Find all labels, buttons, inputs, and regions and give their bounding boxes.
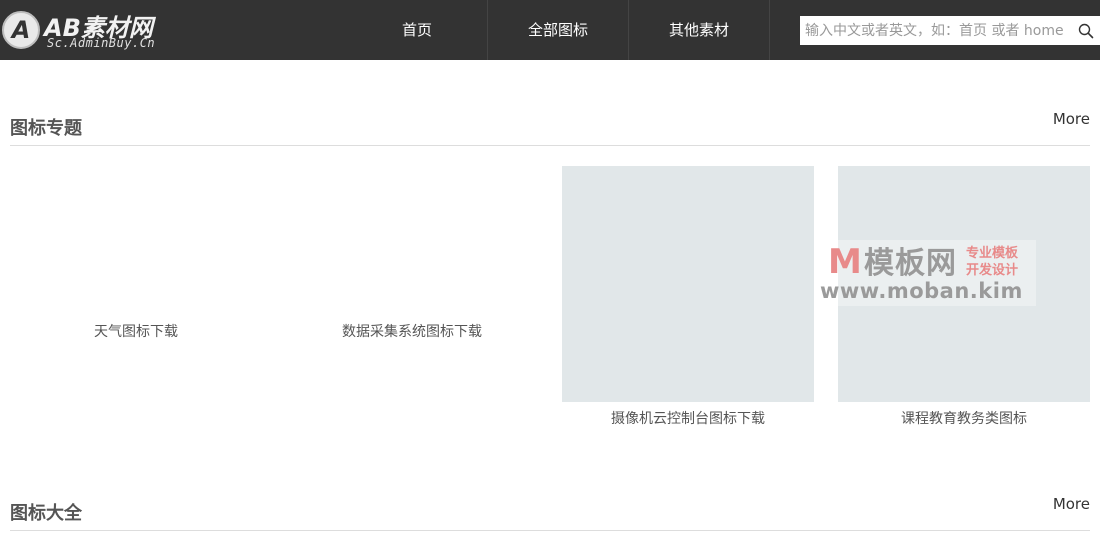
section-header-all-icons: 图标大全 More bbox=[10, 495, 1090, 531]
nav-item-home[interactable]: 首页 bbox=[347, 0, 488, 60]
nav-item-all-icons[interactable]: 全部图标 bbox=[488, 0, 629, 60]
magnifier-icon bbox=[1078, 23, 1094, 39]
top-header: A AB素材网 Sc.AdminBuy.Cn 首页 全部图标 其他素材 bbox=[0, 0, 1100, 60]
search-button[interactable] bbox=[1072, 16, 1100, 45]
section-title: 图标大全 bbox=[10, 503, 82, 524]
card-label[interactable]: 天气图标下载 bbox=[10, 321, 262, 341]
watermark: M 模板网 专业模板 开发设计 www.moban.kim bbox=[814, 240, 1036, 306]
topic-card[interactable]: 天气图标下载 bbox=[10, 166, 262, 428]
watermark-tag1: 专业模板 bbox=[966, 246, 1019, 261]
search-input[interactable] bbox=[800, 16, 1070, 45]
logo-mark-letter: A bbox=[11, 16, 31, 44]
card-thumbnail[interactable] bbox=[562, 166, 814, 402]
section-header-topics: 图标专题 More bbox=[10, 110, 1090, 146]
section-title: 图标专题 bbox=[10, 118, 82, 139]
more-link[interactable]: More bbox=[1053, 495, 1090, 513]
topic-card[interactable]: 摄像机云控制台图标下载 bbox=[562, 166, 814, 428]
card-label[interactable]: 数据采集系统图标下载 bbox=[286, 321, 538, 341]
nav-item-other-assets[interactable]: 其他素材 bbox=[629, 0, 770, 60]
card-thumbnail[interactable] bbox=[10, 166, 262, 402]
search-box bbox=[800, 16, 1100, 45]
more-link[interactable]: More bbox=[1053, 110, 1090, 128]
site-logo[interactable]: A AB素材网 Sc.AdminBuy.Cn bbox=[0, 8, 170, 52]
card-label[interactable]: 摄像机云控制台图标下载 bbox=[562, 408, 814, 428]
watermark-m: M bbox=[828, 242, 862, 282]
card-thumbnail[interactable] bbox=[286, 166, 538, 402]
watermark-url: www.moban.kim bbox=[820, 279, 1023, 303]
logo-subtitle: Sc.AdminBuy.Cn bbox=[47, 36, 156, 50]
logo-mark-icon: A bbox=[2, 11, 40, 49]
watermark-tag2: 开发设计 bbox=[966, 263, 1019, 278]
topic-card[interactable]: 数据采集系统图标下载 bbox=[286, 166, 538, 428]
card-label[interactable]: 课程教育教务类图标 bbox=[838, 408, 1090, 428]
main-nav: 首页 全部图标 其他素材 bbox=[347, 0, 770, 60]
